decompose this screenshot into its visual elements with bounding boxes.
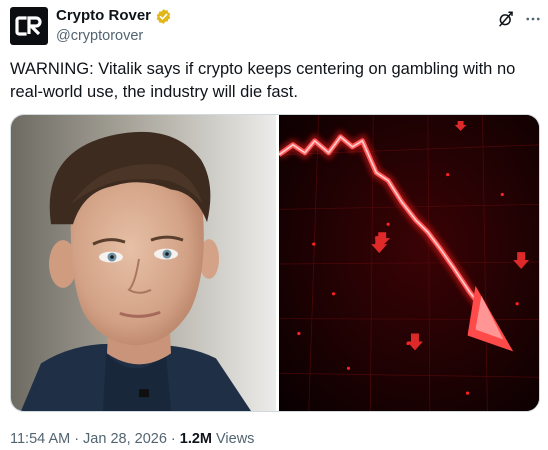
media-grid <box>10 114 540 412</box>
meta-separator: · <box>74 431 80 447</box>
grok-icon[interactable] <box>497 10 515 28</box>
verified-badge-icon[interactable] <box>155 8 172 25</box>
avatar[interactable] <box>10 7 48 45</box>
crypto-rover-logo-icon <box>15 16 42 36</box>
red-falling-chart-photo[interactable] <box>279 115 539 411</box>
tweet-date[interactable]: Jan 28, 2026 <box>83 430 167 448</box>
author-display-name[interactable]: Crypto Rover <box>56 7 151 25</box>
tweet-meta: 11:54 AM · Jan 28, 2026 · 1.2M Views <box>10 430 254 448</box>
author-name-row: Crypto Rover <box>56 7 172 25</box>
meta-separator: · <box>170 431 176 447</box>
author-handle[interactable]: @cryptorover <box>56 27 143 45</box>
tweet-time[interactable]: 11:54 AM <box>10 430 70 448</box>
views-label: Views <box>216 431 255 447</box>
tweet-text: WARNING: Vitalik says if crypto keeps ce… <box>10 60 516 101</box>
more-options-icon[interactable] <box>524 10 542 28</box>
tweet-card: Crypto Rover @cryptorover WARNING: Vital… <box>0 0 548 450</box>
views-count: 1.2M <box>179 431 212 447</box>
portrait-photo[interactable] <box>11 115 276 411</box>
